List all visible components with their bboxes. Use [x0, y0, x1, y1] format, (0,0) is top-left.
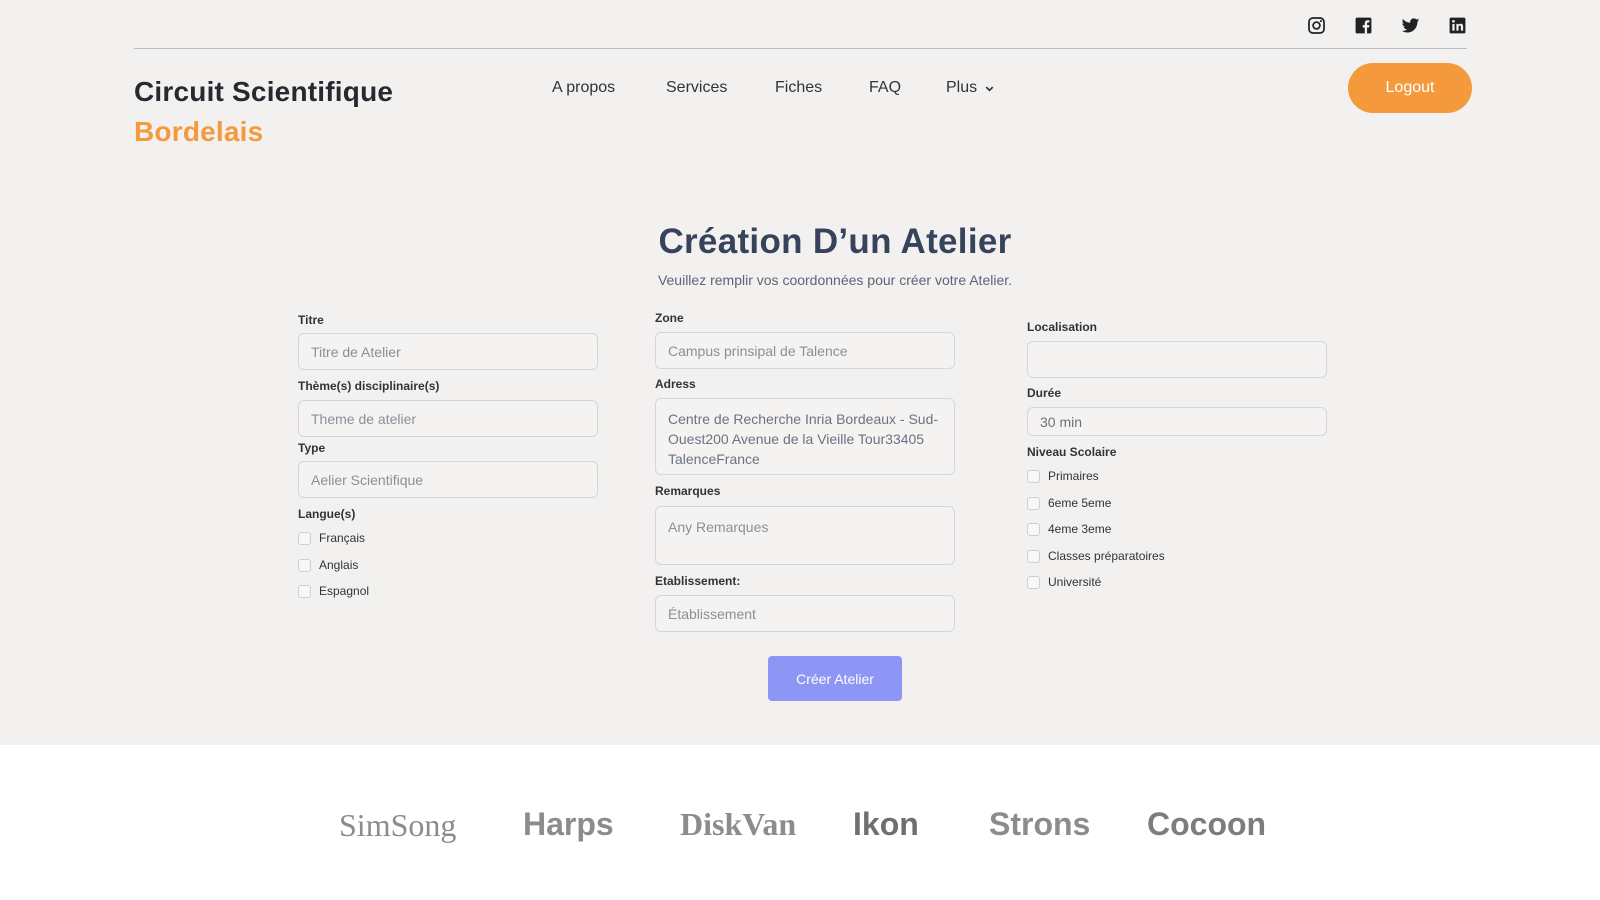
page-title: Création D’un Atelier — [658, 222, 1012, 261]
partner-logos-footer: SimSong Harps DiskVan Ikon Strons Cocoon — [0, 745, 1600, 900]
titre-placeholder: Titre de Atelier — [311, 343, 401, 360]
adress-label: Adress — [655, 377, 696, 391]
remarques-label: Remarques — [655, 484, 721, 498]
create-atelier-button[interactable]: Créer Atelier — [768, 656, 902, 701]
adress-value: Centre de Recherche Inria Bordeaux - Sud… — [668, 411, 939, 467]
checkbox-label: Anglais — [319, 558, 359, 572]
niveau-checkbox-universite[interactable]: Université — [1027, 575, 1101, 589]
nav-fiches[interactable]: Fiches — [775, 78, 822, 98]
checkbox-label: Primaires — [1048, 469, 1099, 483]
checkbox-box[interactable] — [1027, 522, 1040, 536]
checkbox-label: Université — [1048, 575, 1102, 589]
partner-logo-diskvan: DiskVan — [680, 806, 797, 842]
niveau-label: Niveau Scolaire — [1027, 445, 1117, 459]
titre-input[interactable]: Titre de Atelier — [298, 333, 598, 370]
facebook-icon[interactable] — [1353, 15, 1374, 36]
zone-input[interactable]: Campus prinsipal de Talence — [655, 332, 955, 369]
duree-input[interactable]: 30 min — [1027, 407, 1327, 436]
nav-a-propos[interactable]: A propos — [552, 78, 615, 98]
type-label: Type — [298, 441, 326, 455]
langue-checkbox-espagnol[interactable]: Espagnol — [298, 584, 369, 598]
checkbox-label: Classes préparatoires — [1048, 549, 1165, 563]
adress-textarea[interactable]: Centre de Recherche Inria Bordeaux - Sud… — [655, 398, 955, 475]
langue-checkbox-francais[interactable]: Français — [298, 531, 365, 545]
type-placeholder: Aelier Scientifique — [311, 471, 424, 488]
chevron-down-icon — [985, 86, 994, 92]
nav-faq[interactable]: FAQ — [869, 78, 901, 98]
linkedin-icon[interactable] — [1447, 15, 1468, 36]
niveau-checkbox-classes-preparatoires[interactable]: Classes préparatoires — [1027, 549, 1165, 563]
langue-checkbox-anglais[interactable]: Anglais — [298, 558, 358, 572]
duree-value: 30 min — [1040, 413, 1083, 430]
logout-button[interactable]: Logout — [1348, 63, 1472, 113]
checkbox-label: Français — [319, 531, 366, 545]
brand-name: Circuit Scientifique — [134, 76, 394, 107]
partner-logo-harps: Harps — [523, 806, 614, 842]
partner-logo-strons: Strons — [989, 806, 1091, 842]
nav-services[interactable]: Services — [666, 78, 727, 98]
etablissement-placeholder: Établissement — [668, 605, 756, 622]
checkbox-box[interactable] — [1027, 549, 1040, 563]
remarques-textarea[interactable]: Any Remarques — [655, 506, 955, 565]
checkbox-label: Espagnol — [319, 584, 370, 598]
localisation-label: Localisation — [1027, 320, 1098, 334]
checkbox-box[interactable] — [298, 558, 311, 572]
checkbox-box[interactable] — [1027, 496, 1040, 510]
etablissement-input[interactable]: Établissement — [655, 595, 955, 632]
partner-logo-cocoon: Cocoon — [1147, 806, 1267, 842]
theme-label: Thème(s) disciplinaire(s) — [298, 379, 440, 393]
facebook-glyph — [1355, 17, 1372, 34]
checkbox-box[interactable] — [1027, 575, 1040, 589]
instagram-icon[interactable] — [1306, 15, 1327, 36]
zone-placeholder: Campus prinsipal de Talence — [668, 342, 848, 359]
niveau-checkbox-primaires[interactable]: Primaires — [1027, 469, 1099, 483]
niveau-checkbox-4eme-3eme[interactable]: 4eme 3eme — [1027, 522, 1111, 536]
checkbox-label: 6eme 5eme — [1048, 496, 1112, 510]
top-bar — [134, 0, 1467, 49]
brand-subname: Bordelais — [134, 116, 264, 147]
zone-label: Zone — [655, 311, 684, 325]
checkbox-box[interactable] — [298, 531, 311, 545]
duree-label: Durée — [1027, 386, 1062, 400]
localisation-input[interactable] — [1027, 341, 1327, 378]
titre-label: Titre — [298, 313, 324, 327]
etablissement-label: Etablissement: — [655, 574, 741, 588]
linkedin-glyph — [1449, 17, 1466, 34]
partner-logo-ikon: Ikon — [853, 806, 919, 842]
checkbox-label: 4eme 3eme — [1048, 522, 1112, 536]
nav-plus-label: Plus — [946, 79, 978, 96]
page-subtitle: Veuillez remplir vos coordonnées pour cr… — [657, 272, 1013, 288]
instagram-glyph — [1308, 17, 1325, 34]
nav-plus-dropdown[interactable]: Plus — [946, 78, 995, 98]
brand-logo[interactable]: Circuit Scientifique Bordelais — [134, 72, 393, 152]
niveau-checkbox-6eme-5eme[interactable]: 6eme 5eme — [1027, 496, 1111, 510]
twitter-icon[interactable] — [1400, 15, 1421, 36]
theme-placeholder: Theme de atelier — [311, 410, 417, 427]
checkbox-box[interactable] — [1027, 469, 1040, 483]
partner-logo-simsong: SimSong — [339, 807, 457, 843]
twitter-glyph — [1401, 18, 1420, 33]
type-input[interactable]: Aelier Scientifique — [298, 461, 598, 498]
remarques-placeholder: Any Remarques — [668, 519, 769, 535]
langue-label: Langue(s) — [298, 507, 356, 521]
checkbox-box[interactable] — [298, 584, 311, 598]
theme-input[interactable]: Theme de atelier — [298, 400, 598, 437]
